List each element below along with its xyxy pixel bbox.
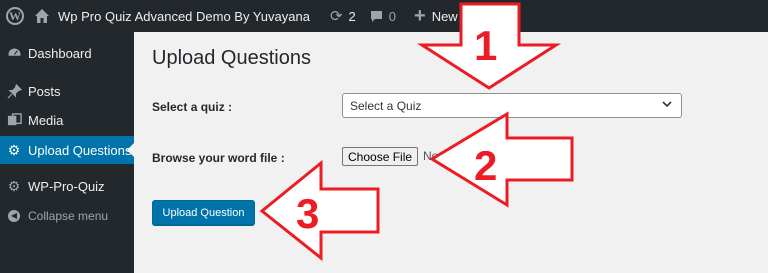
choose-file-button[interactable]: Choose File — [342, 147, 419, 166]
sidebar-item-wp-pro-quiz[interactable]: ⚙ WP-Pro-Quiz — [0, 173, 134, 199]
sidebar-item-posts[interactable]: Posts — [0, 78, 134, 104]
collapse-menu-label: Collapse menu — [28, 209, 109, 223]
new-content-link[interactable]: + New — [414, 0, 458, 32]
sidebar-item-label: WP-Pro-Quiz — [28, 178, 105, 194]
gear-icon: ⚙ — [7, 141, 21, 158]
sidebar-item-upload-questions[interactable]: ⚙ Upload Questions — [0, 136, 134, 164]
page-title: Upload Questions — [152, 47, 311, 69]
site-name-label: Wp Pro Quiz Advanced Demo By Yuvayana — [58, 8, 310, 24]
home-icon — [35, 9, 49, 23]
plus-icon: + — [414, 5, 426, 27]
sidebar-item-media[interactable]: Media — [0, 107, 134, 133]
quiz-select-value: Select a Quiz — [350, 98, 422, 113]
sidebar-item-label: Posts — [28, 83, 61, 99]
word-file-label: Browse your word file : — [152, 151, 285, 165]
comment-icon — [370, 10, 382, 22]
upload-question-button[interactable]: Upload Question — [152, 200, 255, 225]
main-content: Upload Questions Select a quiz : Select … — [134, 32, 768, 273]
chevron-down-icon — [662, 101, 672, 108]
collapse-icon: ◀ — [0, 210, 28, 222]
pin-icon — [0, 83, 28, 99]
no-file-chosen-text: No file chosen — [423, 149, 500, 163]
refresh-icon: ⟳ — [329, 8, 343, 25]
sidebar-item-label: Media — [28, 112, 64, 128]
comments-link[interactable]: 0 — [370, 0, 396, 32]
sidebar-item-label: Dashboard — [28, 45, 92, 61]
admin-bar: W Wp Pro Quiz Advanced Demo By Yuvayana … — [0, 0, 768, 32]
new-label: New — [431, 8, 458, 24]
sidebar-item-dashboard[interactable]: Dashboard — [0, 40, 134, 66]
admin-sidebar: Dashboard Posts Media ⚙ Upload Questions… — [0, 32, 134, 273]
sidebar-item-label: Upload Questions — [28, 142, 132, 158]
wordpress-logo-icon[interactable]: W — [0, 0, 30, 32]
media-icon — [0, 112, 28, 128]
dashboard-icon — [0, 46, 28, 61]
gear-icon: ⚙ — [7, 177, 21, 194]
updates-link[interactable]: ⟳ 2 — [330, 0, 356, 32]
comments-count: 0 — [388, 8, 396, 24]
collapse-menu-button[interactable]: ◀ Collapse menu — [0, 203, 134, 229]
updates-count: 2 — [348, 8, 356, 24]
quiz-select[interactable]: Select a Quiz — [342, 93, 682, 118]
quiz-select-label: Select a quiz : — [152, 100, 233, 114]
site-name-link[interactable]: Wp Pro Quiz Advanced Demo By Yuvayana — [34, 0, 310, 32]
